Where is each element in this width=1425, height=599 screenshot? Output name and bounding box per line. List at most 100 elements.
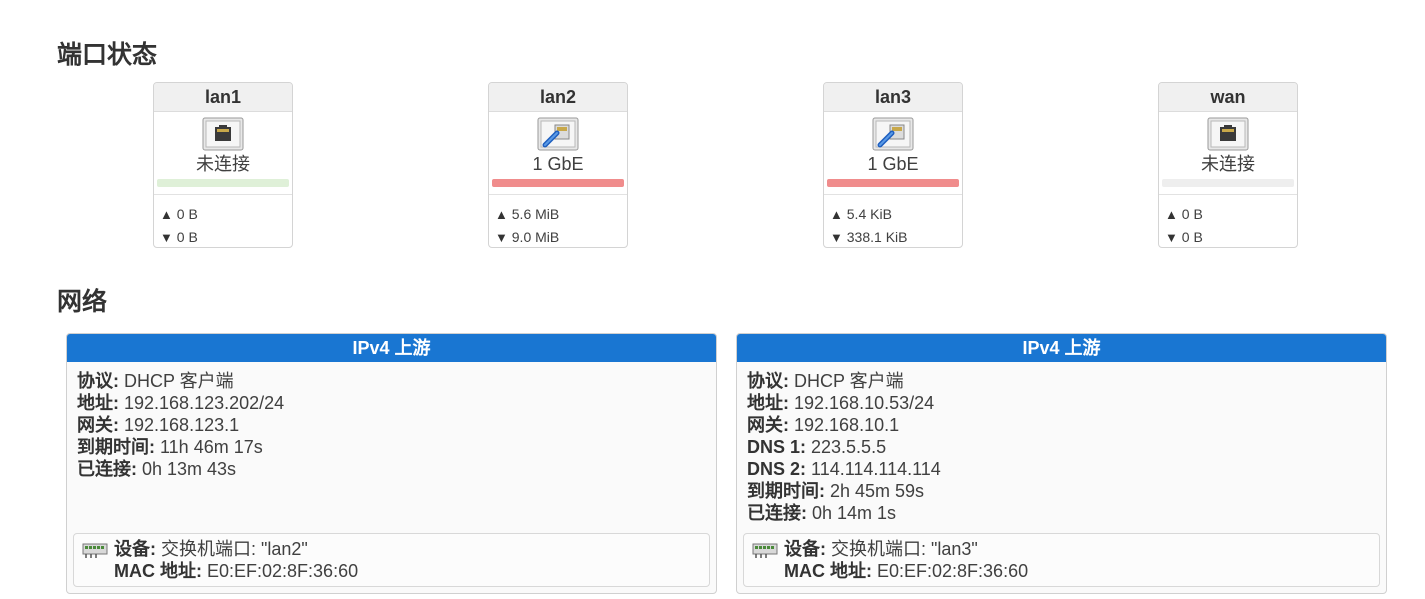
network-field-label: 到期时间: (77, 437, 155, 457)
port-rx-value: 338.1 KiB (842, 229, 908, 245)
port-rx-value: 0 B (172, 229, 198, 245)
port-card-lan1: lan1 未连接 ▲ 0 B ▼ 0 B (153, 82, 293, 248)
mac-value: E0:EF:02:8F:36:60 (202, 561, 359, 581)
port-tx-value: 5.4 KiB (842, 206, 892, 222)
port-tx: ▲ 0 B (160, 203, 286, 226)
mac-label: MAC 地址: (114, 561, 202, 581)
network-card: IPv4 上游 协议: DHCP 客户端 地址: 192.168.10.53/24 网… (736, 333, 1387, 594)
port-tx: ▲ 5.6 MiB (495, 203, 621, 226)
network-field-value: 114.114.114.114 (806, 459, 941, 479)
network-field: DNS 2: 114.114.114.114 (747, 458, 1376, 480)
device-value: 交换机端口: "lan2" (156, 539, 308, 559)
port-link-status: 未连接 (196, 154, 250, 174)
port-tx: ▲ 0 B (1165, 203, 1291, 226)
port-name: lan3 (824, 83, 962, 112)
port-traffic: ▲ 5.4 KiB ▼ 338.1 KiB (824, 194, 962, 247)
upload-arrow-icon: ▲ (1165, 207, 1178, 222)
network-field: 地址: 192.168.10.53/24 (747, 392, 1376, 414)
port-rx-value: 9.0 MiB (507, 229, 560, 245)
port-name: wan (1159, 83, 1297, 112)
network-field: 到期时间: 11h 46m 17s (77, 436, 706, 458)
download-arrow-icon: ▼ (830, 230, 843, 245)
mac-address: MAC 地址: E0:EF:02:8F:36:60 (784, 560, 1379, 582)
port-card-lan3: lan3 1 GbE ▲ 5.4 KiB ▼ 338.1 KiB (823, 82, 963, 248)
port-link-status: 1 GbE (867, 154, 919, 174)
upload-arrow-icon: ▲ (495, 207, 508, 222)
network-field-label: DNS 2: (747, 459, 807, 479)
port-tx: ▲ 5.4 KiB (830, 203, 956, 226)
network-field: 网关: 192.168.10.1 (747, 414, 1376, 436)
switch-icon (752, 540, 778, 560)
port-card-wan: wan 未连接 ▲ 0 B ▼ 0 B (1158, 82, 1298, 248)
port-status-title: 端口状态 (57, 40, 158, 69)
network-details: 协议: DHCP 客户端 地址: 192.168.10.53/24 网关: 192.… (737, 362, 1386, 524)
network-field: 网关: 192.168.123.1 (77, 414, 706, 436)
network-field-value: 192.168.10.53/24 (789, 393, 935, 413)
ethernet-connected-icon (872, 117, 914, 151)
network-field-label: 到期时间: (747, 481, 825, 501)
network-field-label: 地址: (747, 393, 789, 413)
network-field-value: 0h 13m 43s (137, 459, 237, 479)
port-status-bar (157, 179, 289, 187)
port-status-bar (492, 179, 624, 187)
device-label: 设备: (784, 539, 826, 559)
network-field-label: 已连接: (747, 503, 807, 523)
port-link-status: 1 GbE (532, 154, 584, 174)
port-tx-value: 5.6 MiB (507, 206, 560, 222)
switch-icon (82, 540, 108, 560)
network-field-value: DHCP 客户端 (789, 371, 904, 391)
port-rx: ▼ 0 B (1165, 226, 1291, 247)
port-traffic: ▲ 0 B ▼ 0 B (1159, 194, 1297, 247)
network-card: IPv4 上游 协议: DHCP 客户端 地址: 192.168.123.202/2… (66, 333, 717, 594)
device-port: 设备: 交换机端口: "lan2" (114, 538, 709, 560)
network-field: 已连接: 0h 13m 43s (77, 458, 706, 480)
network-field-value: 0h 14m 1s (807, 503, 897, 523)
network-title: 网络 (57, 287, 108, 316)
network-field-value: 192.168.10.1 (789, 415, 900, 435)
network-field: 到期时间: 2h 45m 59s (747, 480, 1376, 502)
port-card-lan2: lan2 1 GbE ▲ 5.6 MiB ▼ 9.0 MiB (488, 82, 628, 248)
port-name: lan2 (489, 83, 627, 112)
ethernet-port-icon (202, 117, 244, 151)
network-field-label: 已连接: (77, 459, 137, 479)
network-field: 协议: DHCP 客户端 (747, 370, 1376, 392)
network-field-label: 协议: (747, 371, 789, 391)
network-details: 协议: DHCP 客户端 地址: 192.168.123.202/24 网关: 19… (67, 362, 716, 480)
network-field-label: 地址: (77, 393, 119, 413)
port-rx: ▼ 9.0 MiB (495, 226, 621, 247)
device-label: 设备: (114, 539, 156, 559)
device-info: 设备: 交换机端口: "lan2" MAC 地址: E0:EF:02:8F:36:… (73, 533, 710, 587)
download-arrow-icon: ▼ (495, 230, 508, 245)
network-field-value: 223.5.5.5 (806, 437, 887, 457)
mac-value: E0:EF:02:8F:36:60 (872, 561, 1029, 581)
port-rx-value: 0 B (1177, 229, 1203, 245)
network-field-value: 192.168.123.202/24 (119, 393, 285, 413)
port-status-bar (827, 179, 959, 187)
device-port: 设备: 交换机端口: "lan3" (784, 538, 1379, 560)
port-tx-value: 0 B (1177, 206, 1203, 222)
port-tx-value: 0 B (172, 206, 198, 222)
network-field-value: 11h 46m 17s (155, 437, 263, 457)
upload-arrow-icon: ▲ (830, 207, 843, 222)
port-link-status: 未连接 (1201, 154, 1255, 174)
network-card-title: IPv4 上游 (67, 334, 716, 362)
device-info: 设备: 交换机端口: "lan3" MAC 地址: E0:EF:02:8F:36:… (743, 533, 1380, 587)
mac-label: MAC 地址: (784, 561, 872, 581)
port-rx: ▼ 0 B (160, 226, 286, 247)
network-card-title: IPv4 上游 (737, 334, 1386, 362)
network-field-label: DNS 1: (747, 437, 807, 457)
network-field-label: 协议: (77, 371, 119, 391)
network-field-label: 网关: (77, 415, 119, 435)
network-field: 协议: DHCP 客户端 (77, 370, 706, 392)
network-field-value: DHCP 客户端 (119, 371, 234, 391)
port-rx: ▼ 338.1 KiB (830, 226, 956, 247)
ethernet-connected-icon (537, 117, 579, 151)
network-field: DNS 1: 223.5.5.5 (747, 436, 1376, 458)
port-status-bar (1162, 179, 1294, 187)
mac-address: MAC 地址: E0:EF:02:8F:36:60 (114, 560, 709, 582)
port-traffic: ▲ 5.6 MiB ▼ 9.0 MiB (489, 194, 627, 247)
network-field-value: 192.168.123.1 (119, 415, 240, 435)
network-field: 地址: 192.168.123.202/24 (77, 392, 706, 414)
network-field-value: 2h 45m 59s (825, 481, 925, 501)
download-arrow-icon: ▼ (1165, 230, 1178, 245)
